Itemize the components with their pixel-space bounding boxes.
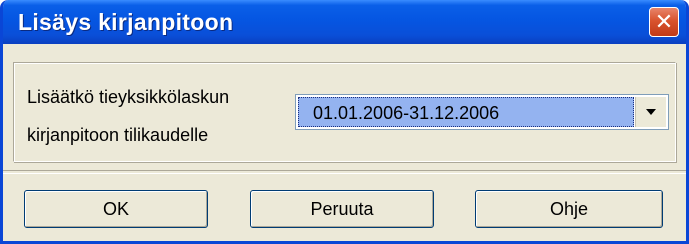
- chevron-down-icon: [646, 109, 656, 115]
- help-button[interactable]: Ohje: [475, 190, 663, 228]
- period-select-value-box: 01.01.2006-31.12.2006: [298, 97, 634, 127]
- ok-button[interactable]: OK: [24, 190, 208, 228]
- dialog-title: Lisäys kirjanpitoon: [18, 9, 234, 35]
- dialog-body: Lisäätkö tieyksikkölaskun kirjanpitoon t…: [3, 44, 686, 241]
- close-icon: ✕: [654, 9, 674, 34]
- dropdown-button[interactable]: [635, 97, 666, 127]
- prompt-label: Lisäätkö tieyksikkölaskun kirjanpitoon t…: [27, 87, 230, 145]
- period-select-value: 01.01.2006-31.12.2006: [313, 103, 500, 123]
- close-button[interactable]: ✕: [649, 7, 679, 37]
- separator: [3, 170, 686, 174]
- title-bar[interactable]: Lisäys kirjanpitoon ✕: [3, 0, 686, 44]
- cancel-button[interactable]: Peruuta: [250, 190, 434, 228]
- dialog-window: Lisäys kirjanpitoon ✕ Lisäätkö tieyksikk…: [0, 0, 689, 244]
- period-select[interactable]: 01.01.2006-31.12.2006: [295, 94, 669, 130]
